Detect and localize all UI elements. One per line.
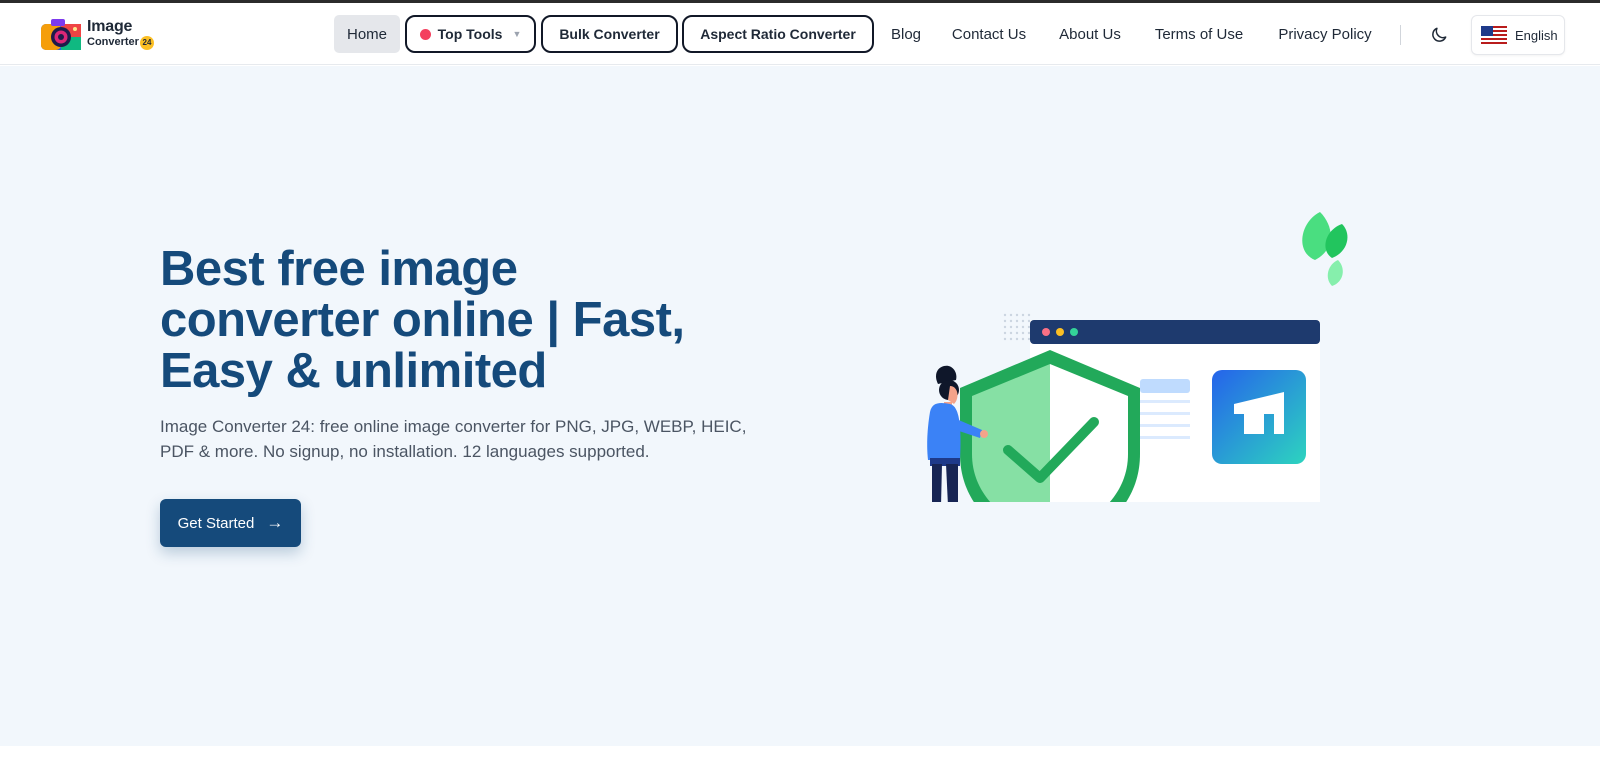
language-selector[interactable]: English [1471, 15, 1565, 55]
logo-text-image: Image [87, 17, 133, 35]
security-shield-illustration [927, 212, 1348, 502]
nav-terms-of-use[interactable]: Terms of Use [1147, 15, 1251, 53]
get-started-label: Get Started [177, 514, 255, 532]
logo-badge: 24 [139, 35, 154, 50]
nav-aspect-ratio-converter[interactable]: Aspect Ratio Converter [682, 15, 874, 53]
nav-blog[interactable]: Blog [886, 15, 926, 53]
moon-icon[interactable] [1429, 25, 1449, 45]
hero-section: Best free image converter online | Fast,… [0, 66, 1600, 746]
us-flag-icon [1481, 26, 1507, 44]
nav-home[interactable]: Home [334, 15, 400, 53]
site-header: Image Converter 24 Home Top Tools ▼ Bulk … [0, 3, 1600, 65]
site-logo[interactable]: Image Converter 24 [37, 15, 162, 53]
caret-down-icon: ▼ [512, 29, 522, 39]
hero-subtitle: Image Converter 24: free online image co… [160, 417, 747, 461]
get-started-button[interactable]: Get Started → [160, 499, 301, 547]
logo-camera-icon [41, 19, 81, 50]
nav-bulk-converter[interactable]: Bulk Converter [541, 15, 678, 53]
nav-top-tools-label: Top Tools [437, 26, 503, 42]
nav-top-tools-dropdown[interactable]: Top Tools ▼ [405, 15, 536, 53]
hero-title: Best free image converter online | Fast,… [160, 242, 685, 398]
logo-text-converter: Converter 24 [87, 35, 154, 50]
status-dot-icon [419, 28, 431, 40]
page-bottom-area [0, 746, 1600, 776]
arrow-right-icon: → [266, 513, 284, 532]
nav-contact-us[interactable]: Contact Us [948, 15, 1030, 53]
nav-divider [1400, 25, 1401, 45]
nav-privacy-policy[interactable]: Privacy Policy [1272, 15, 1378, 53]
nav-about-us[interactable]: About Us [1053, 15, 1127, 53]
language-label: English [1515, 27, 1558, 43]
